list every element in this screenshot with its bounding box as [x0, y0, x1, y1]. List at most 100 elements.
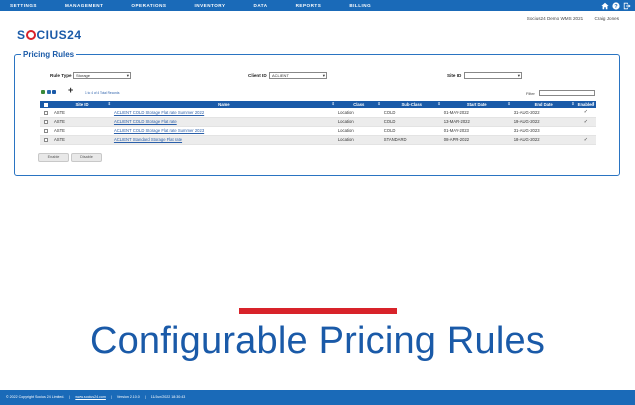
help-icon[interactable]: ? [611, 1, 620, 10]
footer: © 2022 Copyright Socius 24 Limited. | ww… [0, 390, 635, 405]
cell-end-date: 31-AUG-2023 [511, 126, 576, 136]
user-info: Socius24 Demo WMS 2021 Craig Jones [517, 16, 619, 21]
disable-button[interactable]: Disable [71, 153, 102, 162]
filter-label: Filter [526, 91, 535, 96]
footer-timestamp: 11/Jun/2022 18:30:43 [150, 395, 186, 399]
headline: Configurable Pricing Rules [89, 320, 546, 362]
select-all-header [40, 101, 52, 108]
site-id-label: Site ID [447, 73, 462, 78]
header-name[interactable]: Name [111, 101, 336, 108]
pricing-rules-table: Site ID Name Class Sub-Class Start Date … [40, 101, 596, 145]
home-icon[interactable] [600, 1, 609, 10]
table-row: ASTE ACLIENT COLD Storage Flat rate Summ… [40, 126, 596, 136]
cell-enabled: ✓ [575, 108, 596, 118]
logo-o-ring-icon [26, 30, 37, 40]
cell-end-date: 31-AUG-2022 [511, 108, 576, 118]
cell-end-date: 19-AUG-2022 [511, 117, 576, 127]
rule-name-link[interactable]: ACLIENT COLD Storage Flat rate Summer 20… [114, 128, 204, 133]
rule-name-link[interactable]: ACLIENT Standard Storage Flat rate [114, 137, 182, 142]
cell-sub-class: STANDARD [381, 135, 442, 145]
header-end-date[interactable]: End Date [511, 101, 576, 108]
header-start-date[interactable]: Start Date [441, 101, 512, 108]
footer-website-link[interactable]: www.socius24.com [75, 395, 106, 399]
client-id-label: Client ID [248, 73, 267, 78]
menu-operations[interactable]: OPERATIONS [131, 0, 166, 11]
footer-separator: | [69, 395, 71, 399]
record-count: 1 to 4 of 4 Total Records [85, 91, 120, 95]
cell-enabled: ✓ [575, 135, 596, 145]
rule-type-select[interactable]: Storage [73, 72, 131, 79]
row-checkbox[interactable] [43, 137, 48, 142]
logout-icon[interactable] [622, 1, 631, 10]
user-name[interactable]: Craig Jones [594, 16, 619, 21]
svg-text:?: ? [614, 4, 618, 10]
table-row: ASTE ACLIENT COLD Storage Flat rate Loca… [40, 117, 596, 127]
table-header-row: Site ID Name Class Sub-Class Start Date … [40, 101, 596, 108]
cell-site-id: ASTE [51, 135, 112, 145]
environment-name: Socius24 Demo WMS 2021 [526, 16, 584, 21]
row-select-cell [40, 108, 52, 118]
cell-class: Location [335, 126, 382, 136]
refresh-icon[interactable] [41, 90, 45, 94]
cell-name: ACLIENT COLD Storage Flat rate Summer 20… [111, 108, 336, 118]
row-select-cell [40, 126, 52, 136]
menu-inventory[interactable]: INVENTORY [194, 0, 225, 11]
footer-separator: | [110, 395, 112, 399]
logo-text-end: CIUS24 [36, 28, 82, 42]
table-row: ASTE ACLIENT COLD Storage Flat rate Summ… [40, 108, 596, 118]
menu-billing[interactable]: BILLING [349, 0, 371, 11]
row-checkbox[interactable] [43, 119, 48, 124]
menu-settings[interactable]: SETTINGS [10, 0, 37, 11]
logo-text-start: S [17, 28, 26, 42]
rule-type-value: Storage [76, 73, 91, 78]
rule-type-label: Rule Type [50, 73, 72, 78]
cell-sub-class: COLD [381, 117, 442, 127]
cell-start-date: 01-MAY-2022 [441, 108, 512, 118]
cell-start-date: 01-MAY-2023 [441, 126, 512, 136]
cell-name: ACLIENT COLD Storage Flat rate Summer 20… [111, 126, 336, 136]
filter-input[interactable] [539, 90, 595, 96]
header-site-id[interactable]: Site ID [51, 101, 112, 108]
header-class[interactable]: Class [335, 101, 382, 108]
record-toolbar-icons [41, 90, 58, 94]
columns-icon[interactable] [52, 90, 56, 94]
cell-enabled: ✓ [575, 117, 596, 127]
cell-name: ACLIENT Standard Storage Flat rate [111, 135, 336, 145]
footer-separator: | [144, 395, 146, 399]
site-id-select[interactable] [464, 72, 522, 79]
page-title: Pricing Rules [23, 50, 75, 59]
client-id-select[interactable]: ACLIENT [269, 72, 327, 79]
top-icons: ? [598, 1, 631, 10]
menu-reports[interactable]: REPORTS [296, 0, 322, 11]
cell-class: Location [335, 117, 382, 127]
enable-button[interactable]: Enable [38, 153, 69, 162]
cell-end-date: 18-AUG-2022 [511, 135, 576, 145]
cell-start-date: 08-APR-2022 [441, 135, 512, 145]
cell-site-id: ASTE [51, 117, 112, 127]
select-all-checkbox[interactable] [43, 102, 48, 107]
menu-data[interactable]: DATA [254, 0, 268, 11]
row-checkbox[interactable] [43, 128, 48, 133]
cell-class: Location [335, 108, 382, 118]
cell-site-id: ASTE [51, 126, 112, 136]
footer-copyright: © 2022 Copyright Socius 24 Limited. [6, 395, 65, 399]
add-rule-plus-icon[interactable]: + [68, 85, 73, 95]
header-sub-class[interactable]: Sub-Class [381, 101, 442, 108]
row-checkbox[interactable] [43, 110, 48, 115]
cell-start-date: 13-MAR-2022 [441, 117, 512, 127]
cell-class: Location [335, 135, 382, 145]
row-select-cell [40, 135, 52, 145]
socius24-logo: S CIUS24 [17, 28, 82, 42]
cell-sub-class: COLD [381, 108, 442, 118]
rule-name-link[interactable]: ACLIENT COLD Storage Flat rate Summer 20… [114, 110, 204, 115]
client-id-value: ACLIENT [272, 73, 289, 78]
cell-enabled [575, 126, 596, 136]
cell-sub-class: COLD [381, 126, 442, 136]
accent-bar [239, 308, 397, 314]
export-icon[interactable] [46, 90, 51, 94]
header-enabled[interactable]: Enabled [575, 101, 596, 108]
menu-management[interactable]: MANAGEMENT [65, 0, 103, 11]
rule-name-link[interactable]: ACLIENT COLD Storage Flat rate [114, 119, 177, 124]
cell-site-id: ASTE [51, 108, 112, 118]
footer-version: Version 2.10.0 [116, 395, 140, 399]
